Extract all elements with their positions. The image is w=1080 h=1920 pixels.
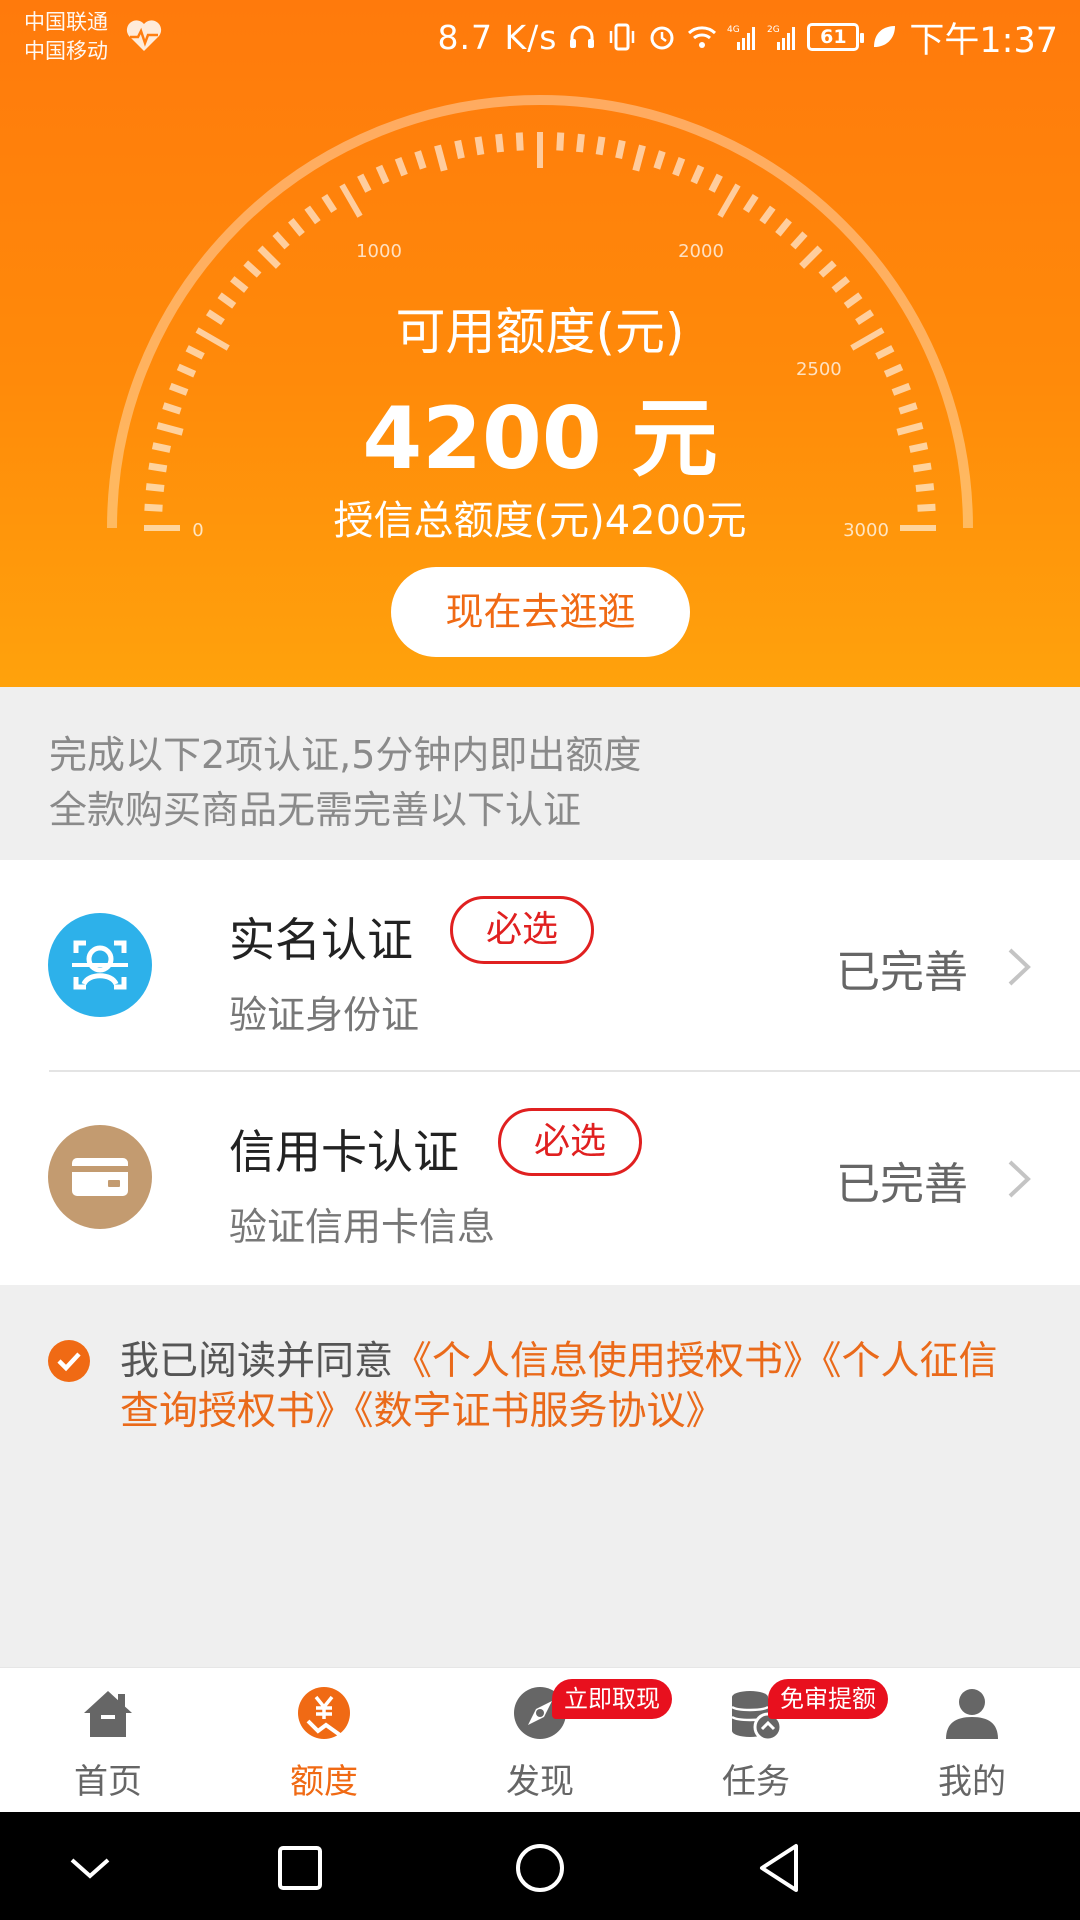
gauge-tick	[759, 205, 776, 225]
agree-checkbox[interactable]	[48, 1340, 90, 1382]
required-badge: 必选	[450, 896, 594, 964]
gauge-tick	[454, 139, 465, 159]
gauge-tick	[556, 132, 565, 151]
cert-title: 信用卡认证	[229, 1125, 459, 1179]
tab-label: 额度	[290, 1762, 358, 1802]
tab-discover[interactable]: 发现 立即取现	[432, 1668, 672, 1813]
tab-credit[interactable]: 额度	[216, 1668, 432, 1813]
gauge-tick	[653, 150, 666, 170]
gauge-tick	[375, 164, 390, 185]
total-credit-text: 授信总额度(元)4200元	[333, 498, 747, 544]
gauge-tick	[632, 144, 646, 172]
gauge-tick	[394, 157, 408, 177]
gauge-tick	[672, 157, 686, 177]
cert-title: 实名认证	[229, 913, 413, 967]
collapse-chevron-icon[interactable]	[60, 1838, 120, 1898]
gauge-tick	[474, 136, 485, 156]
cert-status: 已完善	[836, 947, 968, 998]
gauge-tick	[831, 276, 850, 293]
gauge-tick	[690, 164, 705, 185]
tab-label: 发现	[506, 1762, 574, 1802]
go-shopping-button[interactable]: 现在去逛逛	[391, 567, 690, 657]
profile-icon	[946, 1689, 998, 1739]
gauge-tick	[414, 150, 427, 170]
required-badge: 必选	[498, 1108, 642, 1176]
gauge-tick	[288, 218, 305, 237]
gauge-tick	[742, 193, 759, 213]
available-credit-amount: 4200 元	[362, 389, 718, 489]
real-name-certification-row[interactable]: 实名认证 必选 验证身份证 已完善	[0, 860, 1080, 1072]
gauge-tick	[615, 139, 626, 159]
home-icon	[84, 1691, 132, 1737]
credit-icon	[298, 1687, 350, 1739]
cert-subtitle: 验证身份证	[229, 993, 420, 1037]
tab-label: 我的	[938, 1762, 1006, 1802]
info-line-2: 全款购买商品无需完善以下认证	[49, 788, 582, 832]
gauge-tick	[339, 183, 363, 218]
gauge-tick	[515, 132, 524, 151]
certification-info: 完成以下2项认证,5分钟内即出额度 全款购买商品无需完善以下认证	[0, 687, 1080, 860]
gauge-tick	[576, 133, 585, 153]
agreement-text: 我已阅读并同意《个人信息使用授权书》《个人征信查询授权书》《数字证书服务协议》	[120, 1337, 1020, 1437]
gauge-tick	[818, 260, 837, 278]
gauge-tick	[790, 231, 808, 250]
gauge-tick-label: 1000	[356, 241, 402, 262]
gauge-tick	[799, 245, 823, 269]
recent-apps-icon[interactable]	[270, 1838, 330, 1898]
system-navigation-bar	[0, 1812, 1080, 1920]
credit-header: 中国联通 中国移动 8.7 K/s 4G 2G 61 下午1:37 0 1000 2…	[0, 0, 1080, 687]
gauge-tick	[272, 231, 290, 250]
tab-profile[interactable]: 我的	[864, 1668, 1080, 1813]
gauge-tick	[717, 183, 741, 218]
available-credit-title: 可用额度(元)	[395, 303, 685, 361]
gauge-tick	[595, 136, 606, 156]
gauge-tick	[321, 193, 338, 213]
gauge-tick	[257, 245, 281, 269]
gauge-tick	[495, 133, 504, 153]
chevron-right-icon	[1008, 1160, 1031, 1198]
cert-subtitle: 验证信用卡信息	[229, 1205, 496, 1249]
digital-certificate-agreement-link[interactable]: 《数字证书服务协议》	[354, 1389, 725, 1434]
agreement-prefix: 我已阅读并同意	[120, 1339, 394, 1384]
certification-list: 实名认证 必选 验证身份证 已完善 信用卡认证 必选 验证信用卡信息 已完善	[0, 860, 1080, 1285]
chevron-right-icon	[1008, 948, 1031, 986]
tab-label: 首页	[74, 1762, 142, 1802]
gauge-tick-label: 2000	[678, 241, 724, 262]
gauge-tick	[304, 205, 321, 225]
credit-card-certification-row[interactable]: 信用卡认证 必选 验证信用卡信息 已完善	[0, 1072, 1080, 1284]
gauge-tick	[243, 260, 262, 278]
info-line-1: 完成以下2项认证,5分钟内即出额度	[49, 733, 642, 777]
personal-info-authorization-link[interactable]: 《个人信息使用授权书》	[393, 1339, 822, 1384]
face-scan-icon	[48, 913, 152, 1017]
gauge-tick	[434, 144, 448, 172]
check-icon	[57, 1352, 81, 1372]
tab-label: 任务	[722, 1762, 790, 1802]
home-button-icon[interactable]	[510, 1838, 570, 1898]
bottom-tab-bar: 首页 额度 发现 立即取现 任务 免审提额 我的	[0, 1667, 1080, 1812]
gauge-tick	[230, 276, 249, 293]
back-button-icon[interactable]	[750, 1838, 810, 1898]
gauge-tick	[775, 218, 792, 237]
gauge-tick	[708, 173, 723, 193]
gauge-tick	[357, 173, 372, 193]
tab-home[interactable]: 首页	[0, 1668, 216, 1813]
credit-card-icon	[48, 1125, 152, 1229]
tab-task[interactable]: 任务 免审提额	[648, 1668, 888, 1813]
cert-status: 已完善	[836, 1159, 968, 1210]
agreement-section: 我已阅读并同意《个人信息使用授权书》《个人征信查询授权书》《数字证书服务协议》	[0, 1285, 1080, 1667]
